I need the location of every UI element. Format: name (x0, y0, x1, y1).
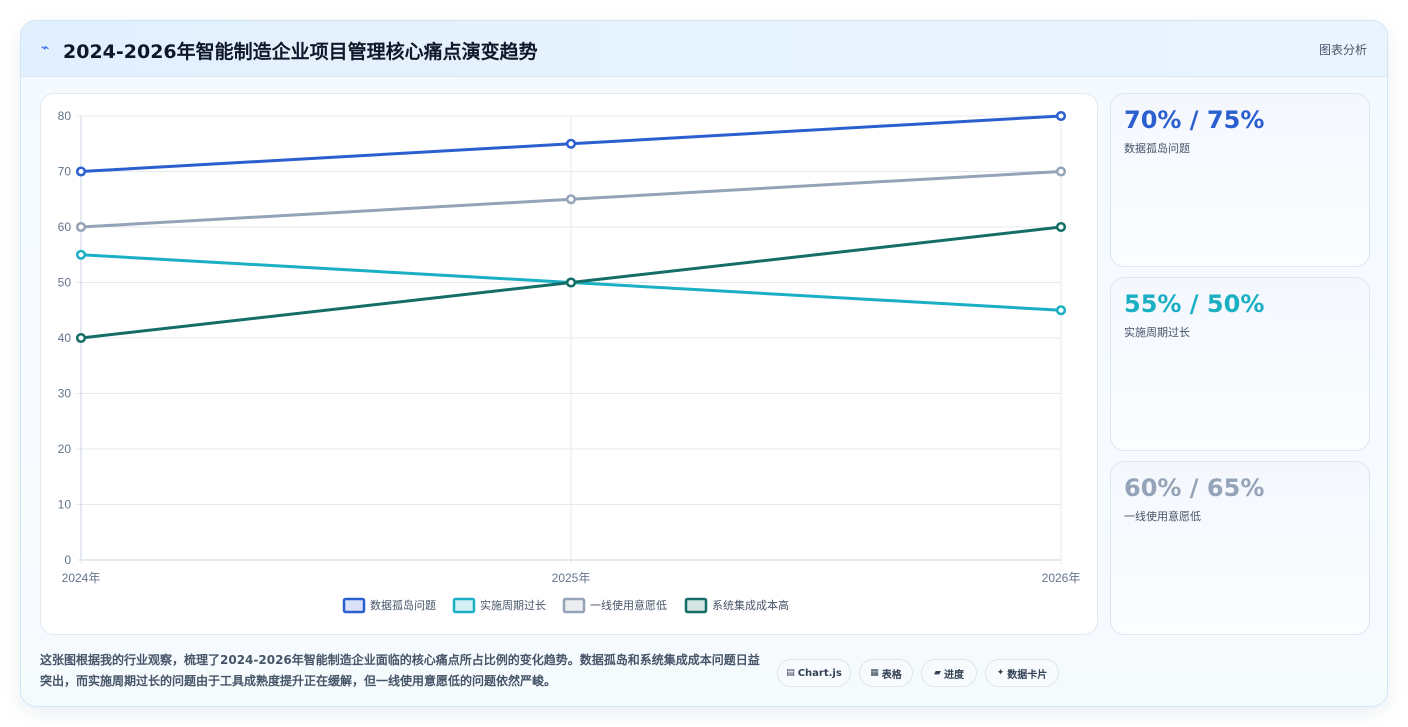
data-point-series-1 (565, 138, 577, 149)
chart-icon: ▤ (786, 668, 795, 678)
legend-swatch (452, 597, 476, 614)
chip-label: 进度 (943, 669, 964, 681)
x-tick-label: 2024年 (62, 571, 101, 585)
y-tick-label: 10 (58, 498, 72, 512)
chip-label: 数据卡片 (1007, 669, 1048, 681)
stat-card-data-silo: 70% / 75% 数据孤岛问题 (1110, 93, 1370, 267)
legend-swatch (562, 597, 586, 614)
progress-icon: ▰ (934, 668, 941, 678)
chart-card: ⌁ 2024-2026年智能制造企业项目管理核心痛点演变趋势 图表分析 0 10 2… (20, 20, 1388, 707)
card-icon: ✦ (996, 668, 1005, 678)
chart-panel: 0 10 20 30 40 50 60 70 80 2024年 2025年 2026年数据孤岛问题 实施… (40, 93, 1098, 635)
y-tick-label: 0 (64, 553, 71, 567)
data-point-series-3 (1055, 166, 1067, 177)
y-tick-label: 50 (58, 276, 72, 290)
data-point-series-4 (1055, 221, 1067, 233)
stat-label: 数据孤岛问题 (1124, 142, 1190, 155)
data-point-series-1 (75, 166, 87, 177)
card-header: ⌁ 2024-2026年智能制造企业项目管理核心痛点演变趋势 图表分析 (21, 21, 1387, 77)
trend-icon: ⌁ (41, 40, 50, 56)
legend-swatch (342, 597, 366, 614)
page-title: 2024-2026年智能制造企业项目管理核心痛点演变趋势 (63, 41, 538, 63)
data-point-series-3 (565, 194, 577, 205)
data-point-series-2 (75, 249, 87, 260)
chip-data-card[interactable]: ✦ 数据卡片 (985, 659, 1059, 687)
legend-label: 数据孤岛问题 (370, 598, 436, 612)
x-tick-label: 2025年 (552, 571, 591, 585)
y-tick-label: 60 (58, 220, 72, 234)
data-point-series-1 (1055, 110, 1067, 122)
table-icon: ▦ (870, 668, 879, 678)
chip-table[interactable]: ▦ 表格 (859, 659, 913, 687)
legend-label: 系统集成成本高 (712, 598, 789, 612)
y-tick-label: 70 (58, 165, 72, 179)
y-tick-label: 80 (58, 109, 72, 123)
data-point-series-4 (75, 332, 87, 344)
stat-value: 55% / 50% (1124, 290, 1265, 318)
stat-label: 一线使用意愿低 (1124, 510, 1201, 523)
y-tick-label: 30 (58, 387, 72, 401)
legend-swatch (684, 597, 708, 614)
stat-value: 70% / 75% (1124, 106, 1265, 134)
chart-description: 这张图根据我的行业观察，梳理了2024-2026年智能制造企业面临的核心痛点所占… (40, 653, 760, 688)
chip-label: Chart.js (797, 667, 842, 679)
chart-analysis-link[interactable]: 图表分析 (1319, 41, 1367, 58)
y-tick-label: 20 (58, 442, 72, 456)
stat-card-long-cycle: 55% / 50% 实施周期过长 (1110, 277, 1370, 451)
stat-value: 60% / 65% (1124, 474, 1265, 502)
data-point-series-3 (75, 221, 87, 233)
data-point-series-2 (1055, 305, 1067, 316)
y-tick-label: 40 (58, 331, 72, 345)
stat-label: 实施周期过长 (1124, 326, 1190, 339)
legend-label: 一线使用意愿低 (590, 598, 667, 612)
x-tick-label: 2026年 (1042, 571, 1081, 585)
data-point-series-4 (565, 277, 577, 288)
chip-chartjs[interactable]: ▤ Chart.js (777, 659, 851, 687)
chip-label: 表格 (881, 669, 902, 681)
legend-label: 实施周期过长 (480, 598, 546, 612)
stat-card-low-adoption: 60% / 65% 一线使用意愿低 (1110, 461, 1370, 635)
line-chart: 0 10 20 30 40 50 60 70 80 2024年 2025年 2026年数据孤岛问题 实施… (58, 109, 1081, 614)
chip-progress[interactable]: ▰ 进度 (921, 659, 977, 687)
